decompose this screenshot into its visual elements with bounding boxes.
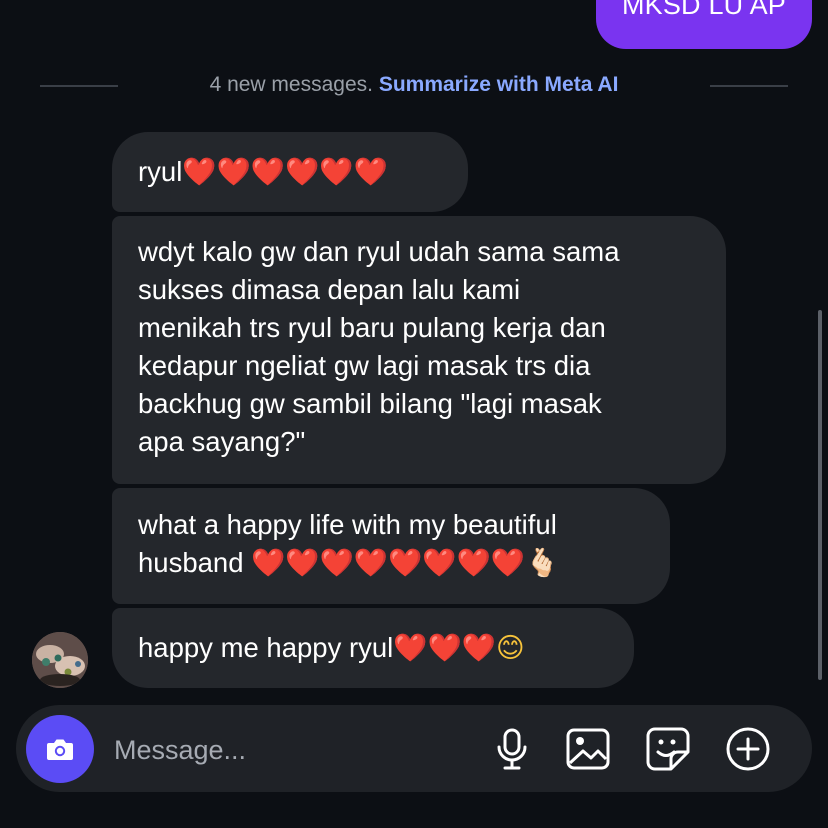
outgoing-message-text: MKSD LU AP: [621, 0, 786, 20]
message-input[interactable]: [112, 727, 476, 773]
message-line: what a happy life with my beautiful: [138, 509, 557, 540]
incoming-message-bubble[interactable]: what a happy life with my beautiful husb…: [112, 488, 670, 604]
outgoing-message-bubble[interactable]: MKSD LU AP: [595, 0, 812, 49]
message-text: ryul: [138, 156, 183, 187]
avatar-photo-icon: [32, 632, 88, 688]
message-line: sukses dimasa depan lalu kami: [138, 274, 521, 305]
hearts-emoji: ❤️❤️❤️❤️❤️❤️: [182, 156, 388, 188]
gallery-icon: [566, 728, 610, 770]
message-text: husband: [138, 547, 252, 578]
message-line: husband ❤️❤️❤️❤️❤️❤️❤️❤️🫰🏻: [138, 544, 644, 582]
add-button[interactable]: [724, 725, 772, 773]
message-line: kedapur ngeliat gw lagi masak trs dia: [138, 350, 591, 381]
incoming-message-bubble[interactable]: ryul ❤️❤️❤️❤️❤️❤️: [112, 132, 468, 212]
sticker-button[interactable]: [644, 725, 692, 773]
divider-line-right: [710, 85, 788, 87]
hearts-emoji: ❤️❤️❤️: [393, 632, 497, 664]
gallery-button[interactable]: [564, 725, 612, 773]
incoming-message-bubble[interactable]: wdyt kalo gw dan ryul udah sama sama suk…: [112, 216, 726, 484]
new-messages-count: 4 new messages.: [209, 73, 373, 96]
scrollbar[interactable]: [818, 310, 822, 680]
camera-button[interactable]: [26, 715, 94, 783]
message-line: apa sayang?": [138, 426, 306, 457]
microphone-icon: [497, 728, 527, 770]
sticker-icon: [646, 727, 690, 771]
smiling-face-emoji: 😊: [496, 632, 525, 664]
camera-icon: [47, 739, 73, 760]
microphone-button[interactable]: [488, 725, 536, 773]
message-line: menikah trs ryul baru pulang kerja dan: [138, 312, 606, 343]
hearts-emoji: ❤️❤️❤️❤️❤️❤️❤️❤️: [251, 547, 526, 579]
finger-heart-emoji: 🫰🏻: [525, 547, 560, 579]
divider-line-left: [40, 85, 118, 87]
plus-icon: [726, 727, 770, 771]
message-line: backhug gw sambil bilang "lagi masak: [138, 388, 602, 419]
message-line: wdyt kalo gw dan ryul udah sama sama: [138, 236, 620, 267]
avatar[interactable]: [32, 632, 88, 688]
divider-text: 4 new messages. Summarize with Meta AI: [210, 73, 619, 97]
chat-screen: MKSD LU AP 4 new messages. Summarize wit…: [0, 0, 828, 828]
new-messages-divider: 4 new messages. Summarize with Meta AI: [0, 70, 828, 100]
message-text: happy me happy ryul: [138, 632, 394, 663]
incoming-message-bubble[interactable]: happy me happy ryul ❤️❤️❤️ 😊: [112, 608, 634, 688]
message-composer: [16, 705, 812, 792]
summarize-link[interactable]: Summarize with Meta AI: [379, 73, 619, 96]
